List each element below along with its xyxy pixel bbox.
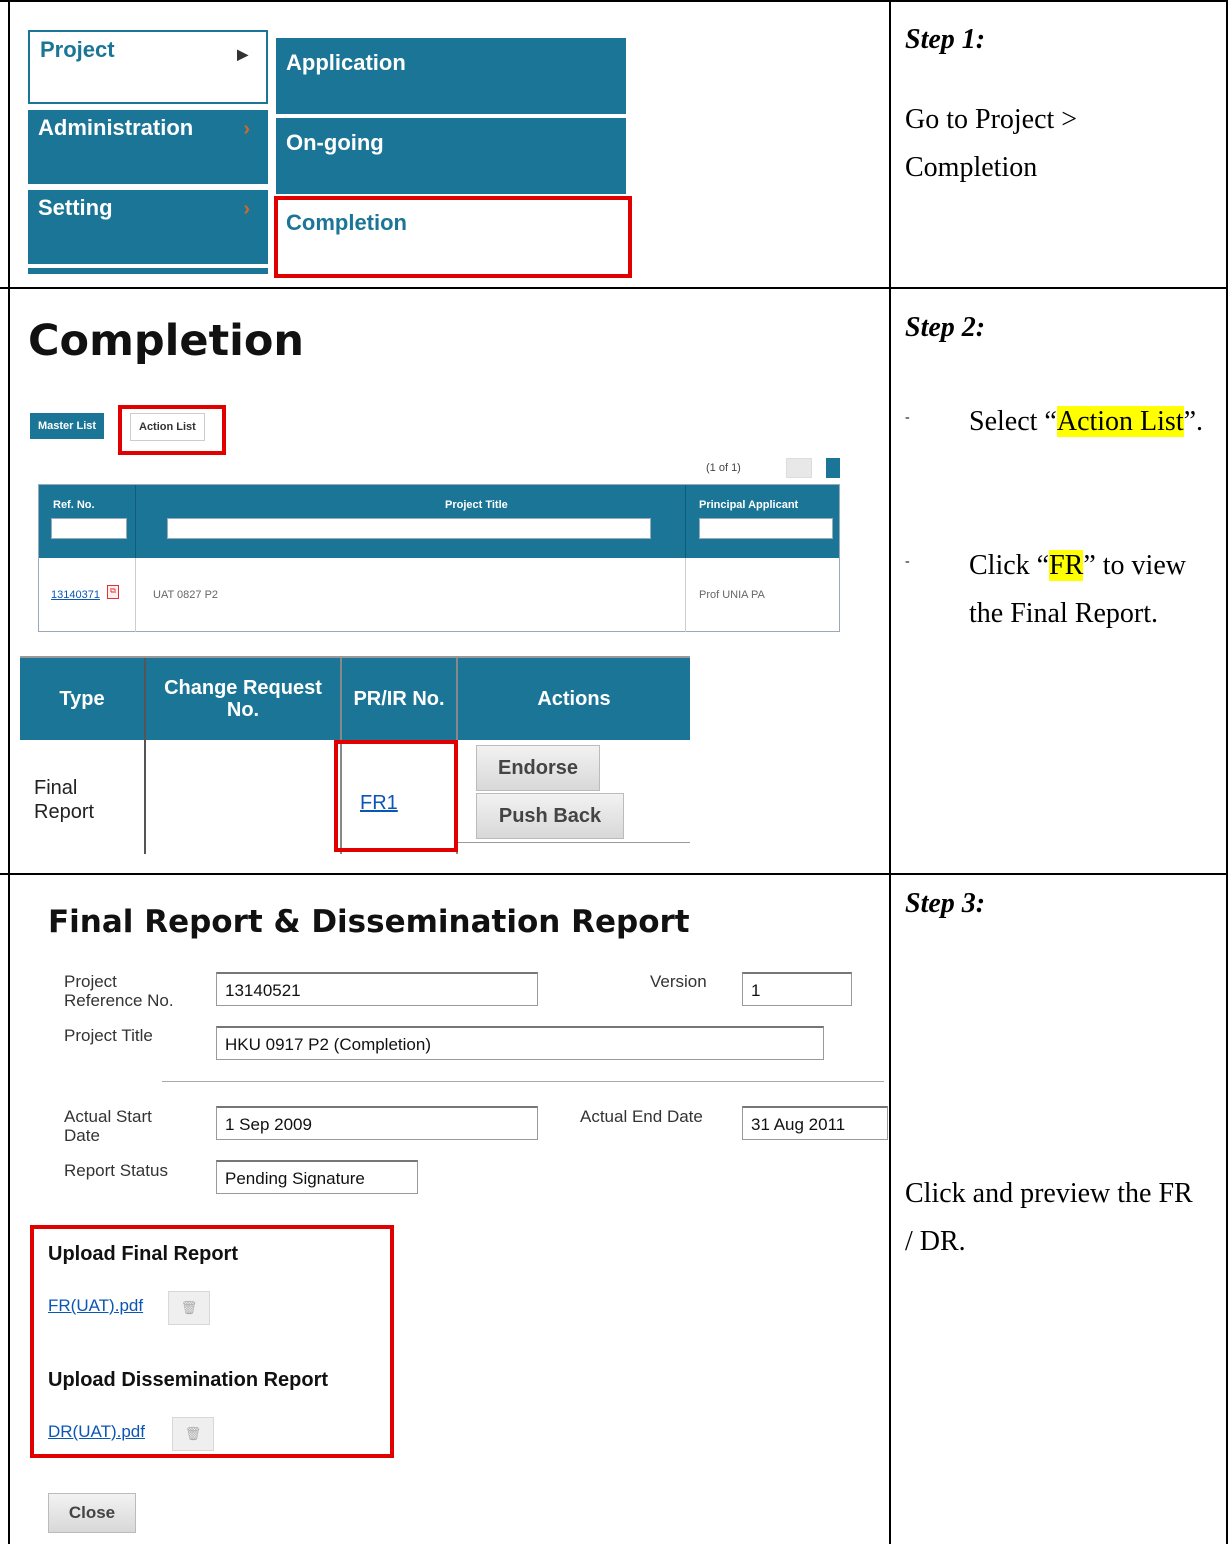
- column-header-pr-ir: PR/IR No.: [342, 658, 456, 740]
- chevron-right-icon: ›: [243, 198, 250, 220]
- push-back-button[interactable]: Push Back: [476, 793, 624, 839]
- close-button[interactable]: Close: [48, 1493, 136, 1533]
- pagination-label: (1 of 1): [706, 462, 741, 474]
- end-date-field[interactable]: 31 Aug 2011: [742, 1106, 888, 1140]
- column-header-change-request: Change Request No.: [146, 658, 340, 740]
- column-separator: [685, 485, 686, 558]
- row-separator: [135, 558, 136, 632]
- prev-page-button[interactable]: [786, 458, 812, 478]
- step1-text: Step 1: Go to Project > Completion: [905, 24, 1205, 192]
- page-title: Final Report & Dissemination Report: [48, 904, 690, 940]
- menu-item-label: Administration: [38, 115, 194, 140]
- title-filter-input[interactable]: [167, 518, 651, 539]
- label-project-ref: Project Reference No.: [64, 972, 174, 1010]
- project-ref-field[interactable]: 13140521: [216, 972, 538, 1006]
- table-border-left: [8, 0, 10, 1544]
- column-header-actions: Actions: [458, 658, 690, 740]
- table-border-top: [0, 0, 1228, 2]
- menu-item-label: Setting: [38, 195, 113, 220]
- project-title-field[interactable]: HKU 0917 P2 (Completion): [216, 1026, 824, 1060]
- endorse-button[interactable]: Endorse: [476, 745, 600, 791]
- tab-master-list[interactable]: Master List: [30, 413, 105, 439]
- label-start-date: Actual Start Date: [64, 1107, 152, 1145]
- bullet-prefix: Select “: [969, 406, 1057, 437]
- master-list-table: Ref. No. Project Title Principal Applica…: [38, 484, 840, 632]
- step3-text: Step 3: Click and preview the FR / DR.: [905, 888, 1193, 1257]
- column-divider: [889, 0, 891, 1544]
- highlight-box-uploads: [30, 1225, 394, 1458]
- table-header: Ref. No. Project Title Principal Applica…: [39, 485, 839, 558]
- column-separator: [144, 658, 146, 854]
- highlight-box-completion: [274, 196, 632, 278]
- label-end-date: Actual End Date: [580, 1107, 703, 1126]
- chevron-right-icon: ▶: [237, 46, 248, 62]
- table-top-border: [20, 656, 690, 658]
- step-instruction: Go to Project > Completion: [905, 104, 1078, 183]
- next-page-button[interactable]: [826, 458, 840, 478]
- pdf-icon[interactable]: ⧉: [107, 585, 119, 599]
- label-report-status: Report Status: [64, 1161, 168, 1180]
- column-header-ref: Ref. No.: [53, 499, 95, 511]
- project-title-cell: UAT 0827 P2: [153, 589, 219, 601]
- bullet-click-fr: Click “FR” to view the Final Report.: [969, 542, 1199, 638]
- start-date-field[interactable]: 1 Sep 2009: [216, 1106, 538, 1140]
- ref-filter-input[interactable]: [51, 518, 127, 539]
- bullet-select-action-list: Select “Action List”.: [969, 398, 1209, 446]
- label-version: Version: [650, 972, 707, 991]
- highlight-box-fr1: [334, 740, 458, 852]
- menu-item-project[interactable]: Project ▶: [28, 30, 268, 104]
- menu-item-administration[interactable]: Administration ›: [28, 110, 268, 184]
- row-separator: [685, 558, 686, 632]
- menu-item-label: Project: [40, 37, 115, 62]
- column-separator: [135, 485, 136, 558]
- submenu-item-application[interactable]: Application: [276, 38, 626, 114]
- applicant-filter-input[interactable]: [699, 518, 833, 539]
- bullet-suffix: ”.: [1183, 406, 1204, 437]
- form-divider: [162, 1081, 884, 1082]
- bullet-marker: -: [905, 554, 910, 569]
- bullet-marker: -: [905, 410, 910, 425]
- applicant-cell: Prof UNIA PA: [699, 589, 765, 601]
- step2-text: Step 2: - Select “Action List”. - Click …: [905, 312, 1203, 629]
- report-status-field[interactable]: Pending Signature: [216, 1160, 418, 1194]
- bullet-prefix: Click “: [969, 550, 1050, 581]
- table-bottom-border: [458, 842, 690, 843]
- column-header-applicant: Principal Applicant: [699, 499, 799, 511]
- column-header-title: Project Title: [445, 499, 508, 511]
- column-header-type: Type: [20, 658, 144, 740]
- step-title: Step 3:: [905, 888, 986, 919]
- step-instruction: Click and preview the FR / DR.: [905, 1178, 1193, 1257]
- label-project-title: Project Title: [64, 1026, 153, 1045]
- highlight-box-action-list: [118, 405, 226, 455]
- type-cell: Final Report: [34, 777, 95, 823]
- highlighted-text: Action List: [1056, 406, 1184, 437]
- ref-number-link[interactable]: 13140371: [51, 589, 100, 601]
- step-title: Step 2:: [905, 312, 986, 343]
- version-field[interactable]: 1: [742, 972, 852, 1006]
- menu-bottom-edge: [28, 268, 268, 274]
- chevron-right-icon: ›: [243, 118, 250, 140]
- row-divider-2: [0, 873, 1228, 875]
- step-title: Step 1:: [905, 24, 986, 55]
- highlighted-text: FR: [1049, 550, 1084, 581]
- submenu-item-on-going[interactable]: On-going: [276, 118, 626, 194]
- row-divider-1: [0, 287, 1228, 289]
- menu-item-setting[interactable]: Setting ›: [28, 190, 268, 264]
- page-title: Completion: [28, 316, 305, 366]
